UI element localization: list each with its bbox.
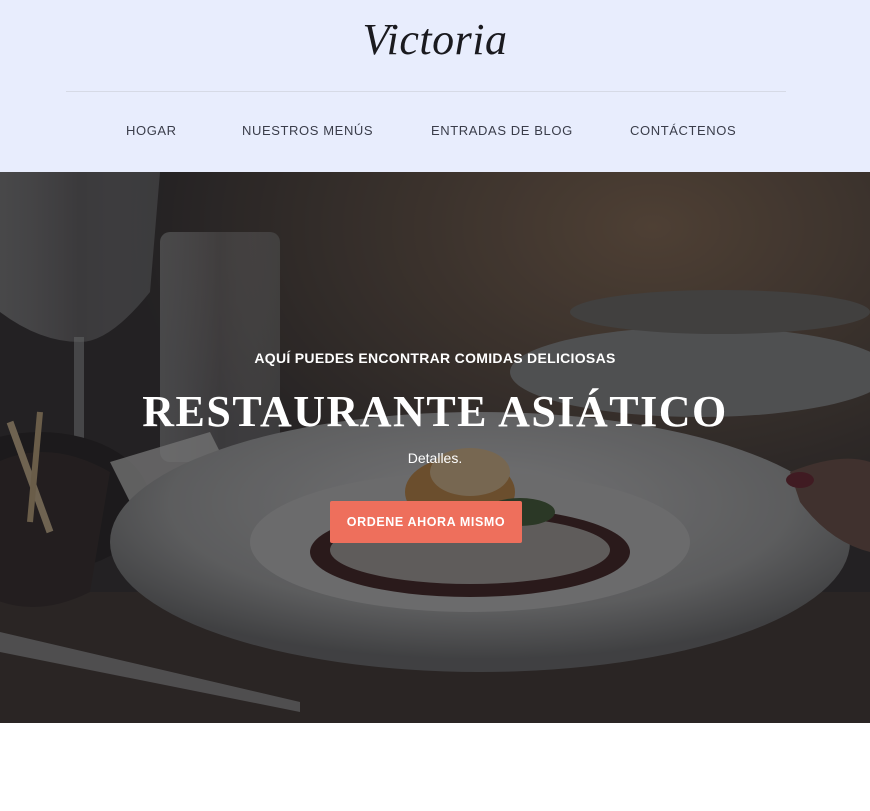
page-content-below: [0, 723, 870, 811]
hero-banner: AQUÍ PUEDES ENCONTRAR COMIDAS DELICIOSAS…: [0, 172, 870, 723]
hero-overlay: [0, 172, 870, 723]
site-header: Victoria HOGAR NUESTROS MENÚS ENTRADAS D…: [0, 0, 870, 172]
nav-item-contact[interactable]: CONTÁCTENOS: [630, 123, 736, 138]
hero-subtitle: Detalles.: [407, 450, 463, 466]
hero-kicker: AQUÍ PUEDES ENCONTRAR COMIDAS DELICIOSAS: [254, 350, 616, 366]
brand-logo[interactable]: Victoria: [0, 14, 870, 65]
main-nav: HOGAR NUESTROS MENÚS ENTRADAS DE BLOG CO…: [0, 123, 870, 141]
nav-item-menus[interactable]: NUESTROS MENÚS: [242, 123, 373, 138]
order-now-button[interactable]: ORDENE AHORA MISMO: [330, 501, 522, 543]
header-divider: [66, 91, 786, 92]
nav-item-home[interactable]: HOGAR: [126, 123, 177, 138]
nav-item-blog[interactable]: ENTRADAS DE BLOG: [431, 123, 573, 138]
hero-title: RESTAURANTE ASIÁTICO: [142, 387, 728, 436]
